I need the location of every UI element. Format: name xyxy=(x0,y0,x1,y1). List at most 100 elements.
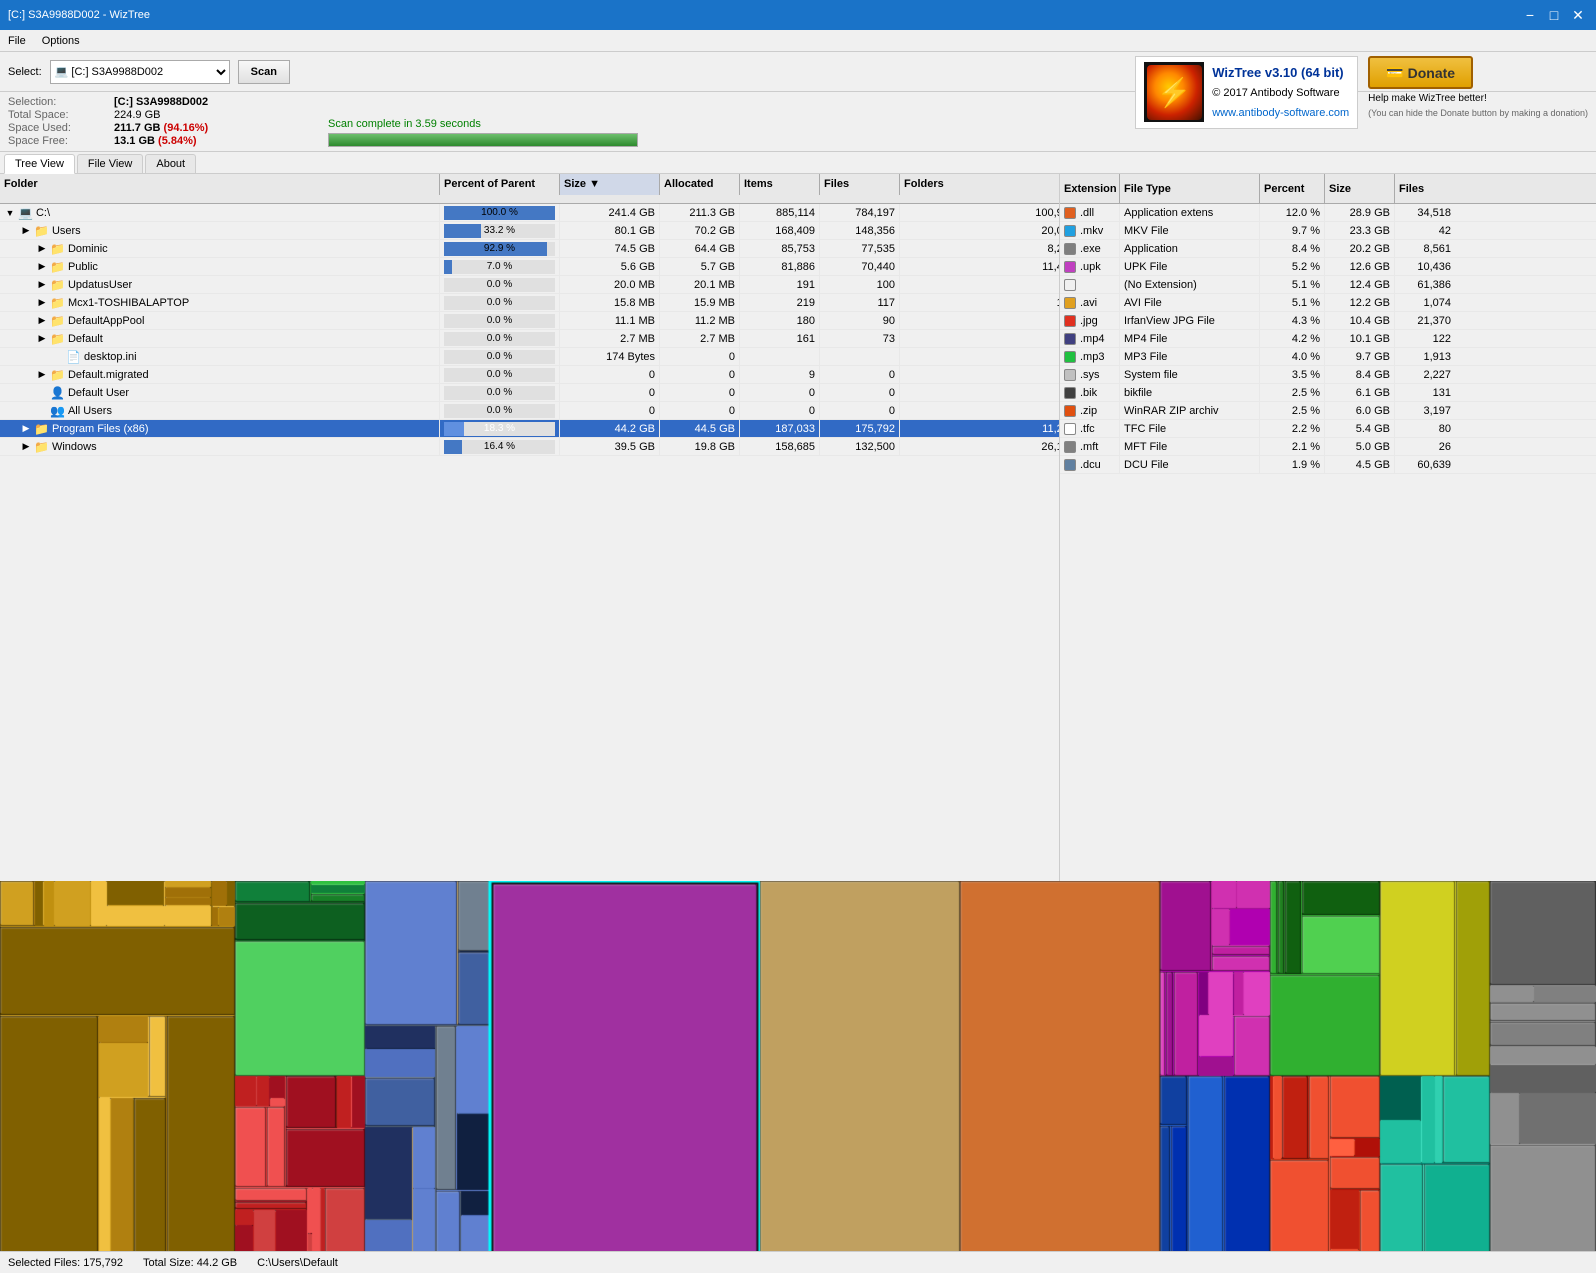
tab-about[interactable]: About xyxy=(145,154,196,173)
expand-icon[interactable]: ▶ xyxy=(36,297,48,308)
col-ext-extension[interactable]: Extension xyxy=(1060,174,1120,203)
expand-icon[interactable]: ▶ xyxy=(36,333,48,344)
expand-icon[interactable]: ▶ xyxy=(36,315,48,326)
tree-row[interactable]: ▶📁Mcx1-TOSHIBALAPTOP0.0 %15.8 MB15.9 MB2… xyxy=(0,294,1059,312)
tree-row-allocated: 20.1 MB xyxy=(660,276,740,293)
ext-row-pct: 2.2 % xyxy=(1260,420,1325,437)
menubar: File Options xyxy=(0,30,1596,52)
ext-row-pct: 8.4 % xyxy=(1260,240,1325,257)
close-button[interactable]: ✕ xyxy=(1568,5,1588,25)
ext-row-pct: 5.2 % xyxy=(1260,258,1325,275)
menu-options[interactable]: Options xyxy=(34,33,88,49)
scan-button[interactable]: Scan xyxy=(238,60,290,84)
tree-row[interactable]: ▶📁Program Files (x86)18.3 %44.2 GB44.5 G… xyxy=(0,420,1059,438)
col-ext-percent[interactable]: Percent xyxy=(1260,174,1325,203)
ext-row[interactable]: .sysSystem file3.5 %8.4 GB2,227 xyxy=(1060,366,1596,384)
ext-row-extension: .tfc xyxy=(1060,420,1120,437)
tree-row[interactable]: ▶📁Default0.0 %2.7 MB2.7 MB16173889/08/20… xyxy=(0,330,1059,348)
ext-row-pct: 5.1 % xyxy=(1260,276,1325,293)
tree-row-files: 0 xyxy=(820,384,900,401)
ext-row[interactable]: .upkUPK File5.2 %12.6 GB10,436 xyxy=(1060,258,1596,276)
tree-row-percent: 0.0 % xyxy=(440,276,560,293)
tree-row-files: 117 xyxy=(820,294,900,311)
col-percent[interactable]: Percent of Parent xyxy=(440,174,560,195)
donate-button[interactable]: 💳 Donate xyxy=(1368,56,1473,89)
ext-row[interactable]: .zipWinRAR ZIP archiv2.5 %6.0 GB3,197 xyxy=(1060,402,1596,420)
maximize-button[interactable]: □ xyxy=(1544,5,1564,25)
tree-row[interactable]: ▶📁Dominic92.9 %74.5 GB64.4 GB85,75377,53… xyxy=(0,240,1059,258)
folder-icon: 📁 xyxy=(34,440,49,454)
tree-row[interactable]: 👤Default User0.0 %0000019/03/2017 10:37:… xyxy=(0,384,1059,402)
ext-color-dot xyxy=(1064,243,1076,255)
tree-row[interactable]: ▶📁Default.migrated0.0 %0090925/09/2016 4… xyxy=(0,366,1059,384)
minimize-button[interactable]: − xyxy=(1520,5,1540,25)
col-size[interactable]: Size ▼ xyxy=(560,174,660,195)
ext-row[interactable]: .dcuDCU File1.9 %4.5 GB60,639 xyxy=(1060,456,1596,474)
ext-color-dot xyxy=(1064,369,1076,381)
ext-row[interactable]: .mp4MP4 File4.2 %10.1 GB122 xyxy=(1060,330,1596,348)
wiztree-logo: ⚡ xyxy=(1144,62,1204,122)
tree-row-folders: 11,241 xyxy=(900,420,1059,437)
folder-name-text: Default xyxy=(68,333,103,345)
ext-row[interactable]: .bikbikfile2.5 %6.1 GB131 xyxy=(1060,384,1596,402)
treemap-visualization[interactable] xyxy=(0,881,1596,1251)
expand-icon[interactable]: ▶ xyxy=(36,279,48,290)
tree-row[interactable]: ▶📁Users33.2 %80.1 GB70.2 GB168,409148,35… xyxy=(0,222,1059,240)
col-allocated[interactable]: Allocated xyxy=(660,174,740,195)
expand-icon[interactable]: ▼ xyxy=(4,208,16,218)
tree-row-size: 20.0 MB xyxy=(560,276,660,293)
tree-row-folders: 90 xyxy=(900,312,1059,329)
tree-row-items: 0 xyxy=(740,402,820,419)
ext-row-extension: .mkv xyxy=(1060,222,1120,239)
percent-bar-text: 18.3 % xyxy=(444,422,555,436)
tree-row[interactable]: ▶📁UpdatusUser0.0 %20.0 MB20.1 MB19110091… xyxy=(0,276,1059,294)
col-folders[interactable]: Folders xyxy=(900,174,1060,195)
menu-file[interactable]: File xyxy=(0,33,34,49)
wiztree-website: www.antibody-software.com xyxy=(1212,104,1349,124)
ext-row[interactable]: .mftMFT File2.1 %5.0 GB26 xyxy=(1060,438,1596,456)
ext-row[interactable]: .exeApplication8.4 %20.2 GB8,561 xyxy=(1060,240,1596,258)
expand-icon[interactable]: ▶ xyxy=(20,423,32,434)
ext-row-extension: .mp3 xyxy=(1060,348,1120,365)
ext-row-files: 131 xyxy=(1395,384,1455,401)
expand-icon[interactable]: ▶ xyxy=(20,225,32,236)
tree-row[interactable]: ▶📁Public7.0 %5.6 GB5.7 GB81,88670,44011,… xyxy=(0,258,1059,276)
tree-row[interactable]: 👥All Users0.0 %0000019/03/2017 10:37:29 … xyxy=(0,402,1059,420)
tree-row-size: 0 xyxy=(560,366,660,383)
col-folder[interactable]: Folder xyxy=(0,174,440,195)
ext-color-dot xyxy=(1064,315,1076,327)
ext-row-extension: .zip xyxy=(1060,402,1120,419)
folder-name-text: DefaultAppPool xyxy=(68,315,144,327)
ext-row[interactable]: .mp3MP3 File4.0 %9.7 GB1,913 xyxy=(1060,348,1596,366)
ext-row-files: 10,436 xyxy=(1395,258,1455,275)
tree-row[interactable]: 📄desktop.ini0.0 %174 Bytes019/03/2017 10… xyxy=(0,348,1059,366)
tree-row-name: ▶📁Default.migrated xyxy=(0,366,440,383)
col-ext-size[interactable]: Size xyxy=(1325,174,1395,203)
ext-row-extension: .bik xyxy=(1060,384,1120,401)
ext-row[interactable]: (No Extension)5.1 %12.4 GB61,386 xyxy=(1060,276,1596,294)
tab-tree-view[interactable]: Tree View xyxy=(4,154,75,174)
drive-select[interactable]: 💻 [C:] S3A9988D002 xyxy=(50,60,230,84)
tree-row[interactable]: ▶📁DefaultAppPool0.0 %11.1 MB11.2 MB18090… xyxy=(0,312,1059,330)
col-ext-filetype[interactable]: File Type xyxy=(1120,174,1260,203)
col-items[interactable]: Items xyxy=(740,174,820,195)
col-ext-files[interactable]: Files xyxy=(1395,174,1455,203)
expand-icon[interactable]: ▶ xyxy=(20,441,32,452)
ext-row-files: 8,561 xyxy=(1395,240,1455,257)
expand-icon[interactable]: ▶ xyxy=(36,369,48,380)
ext-row[interactable]: .aviAVI File5.1 %12.2 GB1,074 xyxy=(1060,294,1596,312)
ext-row-type: bikfile xyxy=(1120,384,1260,401)
treemap-canvas[interactable] xyxy=(0,881,1596,1251)
tree-row[interactable]: ▼💻C:\100.0 %241.4 GB211.3 GB885,114784,1… xyxy=(0,204,1059,222)
tree-row[interactable]: ▶📁Windows16.4 %39.5 GB19.8 GB158,685132,… xyxy=(0,438,1059,456)
ext-row[interactable]: .jpgIrfanView JPG File4.3 %10.4 GB21,370 xyxy=(1060,312,1596,330)
ext-color-dot xyxy=(1064,459,1076,471)
expand-icon[interactable]: ▶ xyxy=(36,261,48,272)
extension-panel: Extension File Type Percent Size Files .… xyxy=(1060,174,1596,881)
expand-icon[interactable]: ▶ xyxy=(36,243,48,254)
ext-row[interactable]: .dllApplication extens12.0 %28.9 GB34,51… xyxy=(1060,204,1596,222)
tab-file-view[interactable]: File View xyxy=(77,154,143,173)
col-files[interactable]: Files xyxy=(820,174,900,195)
ext-row[interactable]: .mkvMKV File9.7 %23.3 GB42 xyxy=(1060,222,1596,240)
ext-row[interactable]: .tfcTFC File2.2 %5.4 GB80 xyxy=(1060,420,1596,438)
